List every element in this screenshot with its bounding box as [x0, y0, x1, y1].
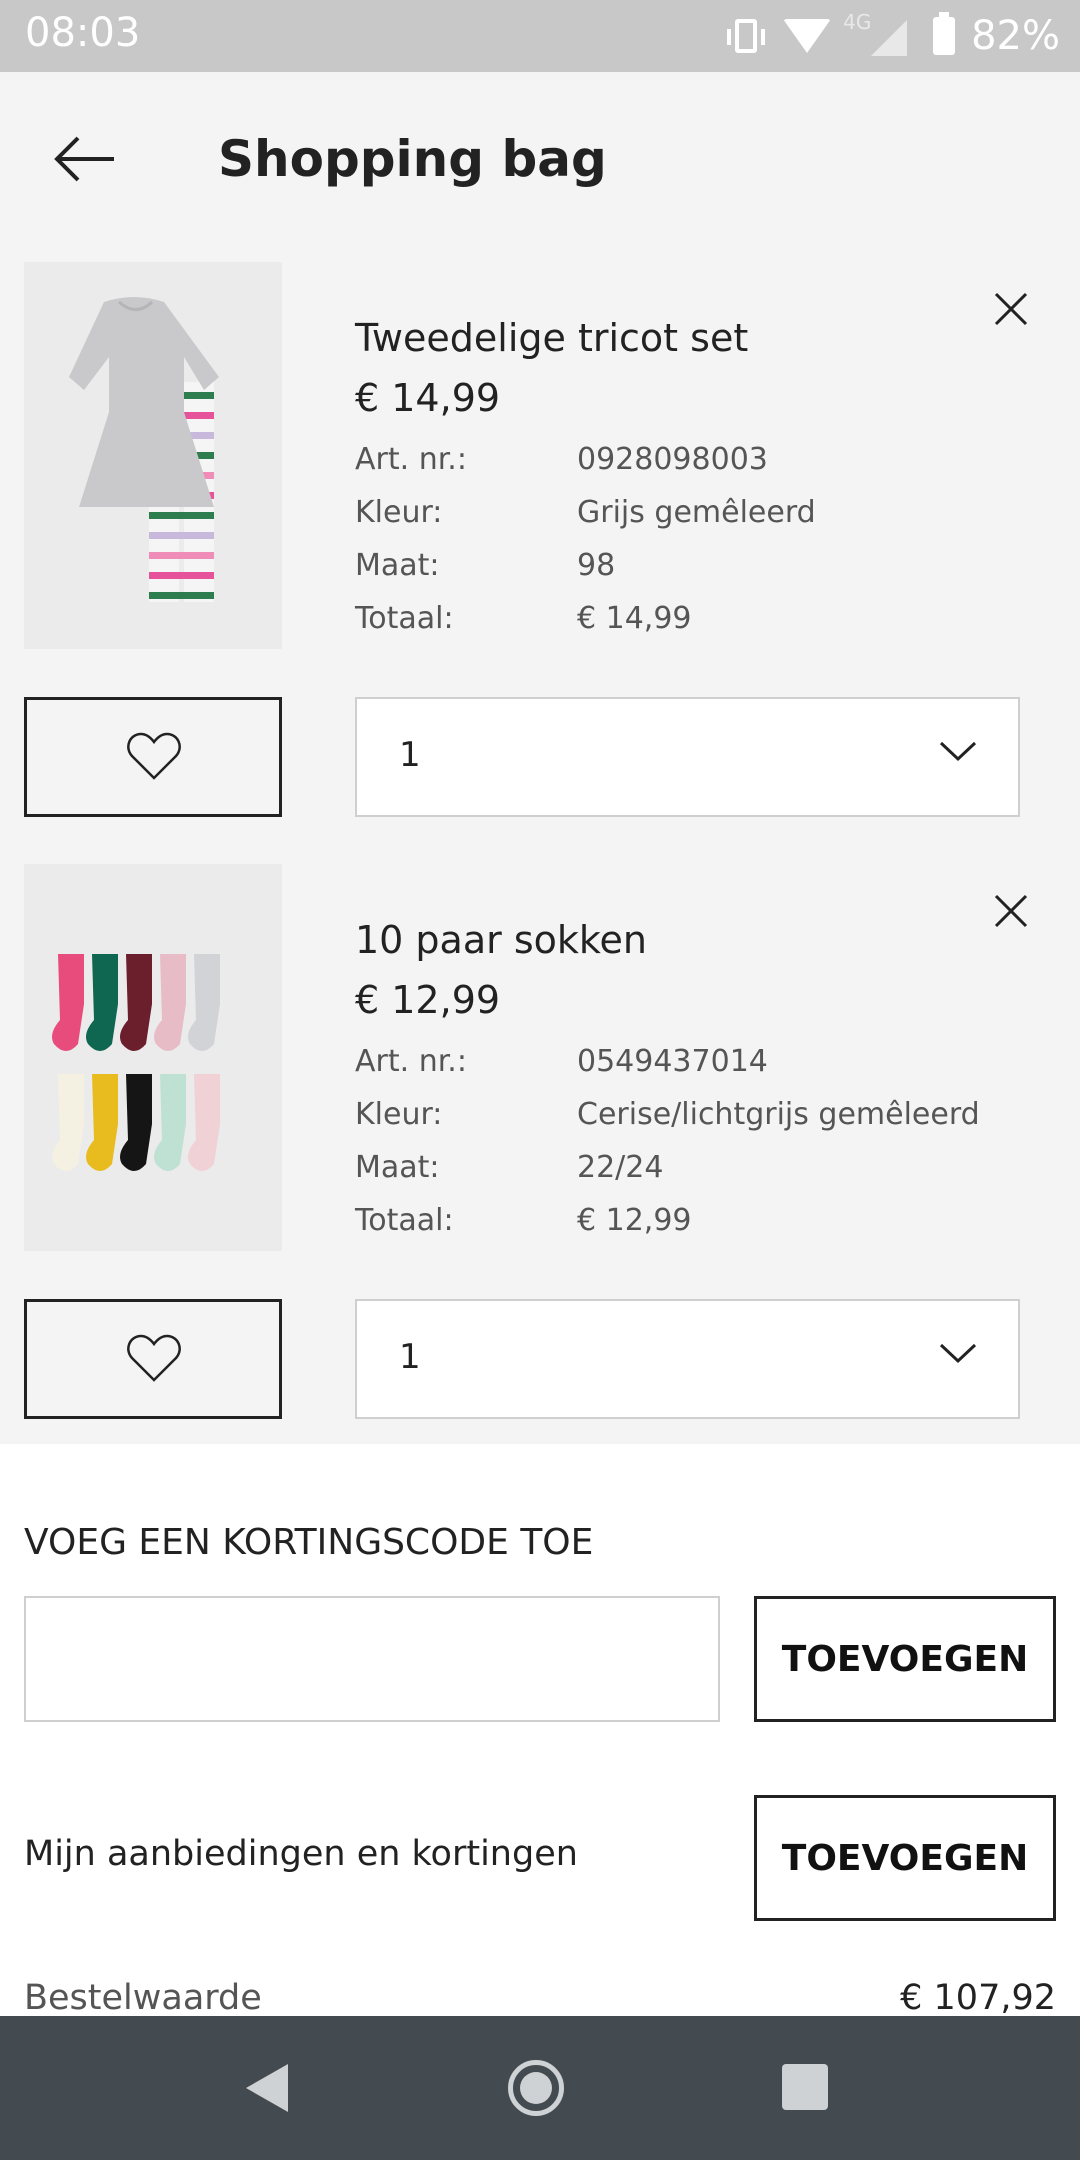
- app-header: Shopping bag: [0, 72, 1080, 244]
- quantity-select[interactable]: 1: [355, 1299, 1020, 1419]
- chevron-down-icon: [939, 1343, 977, 1364]
- chevron-down-icon: [939, 741, 977, 762]
- art-nr-label: Art. nr.:: [355, 442, 467, 477]
- add-offers-button[interactable]: TOEVOEGEN: [754, 1795, 1056, 1921]
- battery-icon: [933, 12, 956, 55]
- remove-item-button[interactable]: [990, 890, 1032, 932]
- totaal-value: € 12,99: [577, 1203, 692, 1238]
- quantity-value: 1: [399, 735, 421, 775]
- quantity-select[interactable]: 1: [355, 697, 1020, 817]
- close-icon: [994, 292, 1028, 326]
- network-type: 4G: [843, 10, 872, 34]
- kleur-label: Kleur:: [355, 495, 443, 530]
- heart-icon: [127, 1334, 181, 1382]
- page-title: Shopping bag: [218, 130, 607, 188]
- product-name[interactable]: 10 paar sokken: [355, 918, 647, 962]
- arrow-left-icon: [54, 136, 114, 182]
- totaal-label: Totaal:: [355, 601, 454, 636]
- offers-label: Mijn aanbiedingen en kortingen: [24, 1834, 578, 1874]
- maat-value: 98: [577, 548, 616, 583]
- maat-label: Maat:: [355, 548, 440, 583]
- maat-value: 22/24: [577, 1150, 664, 1185]
- status-icons: 4G 82%: [727, 10, 1060, 62]
- cell-signal-icon: 4G: [843, 10, 908, 56]
- art-nr-value: 0928098003: [577, 442, 768, 477]
- kleur-value: Grijs gemêleerd: [577, 495, 816, 530]
- kleur-value: Cerise/lichtgrijs gemêleerd: [577, 1097, 980, 1132]
- nav-recents-icon[interactable]: [782, 2064, 828, 2110]
- totaal-label: Totaal:: [355, 1203, 454, 1238]
- heart-icon: [127, 732, 181, 780]
- order-value-label: Bestelwaarde: [24, 1978, 262, 2018]
- discount-section: VOEG EEN KORTINGSCODE TOE TOEVOEGEN Mijn…: [0, 1444, 1080, 2018]
- product-image[interactable]: [24, 864, 282, 1251]
- wifi-icon: [783, 19, 832, 53]
- discount-heading: VOEG EEN KORTINGSCODE TOE: [24, 1522, 594, 1563]
- product-name[interactable]: Tweedelige tricot set: [355, 316, 748, 360]
- nav-home-icon[interactable]: [508, 2060, 564, 2116]
- kleur-label: Kleur:: [355, 1097, 443, 1132]
- bag-item: Tweedelige tricot set € 14,99 Art. nr.: …: [0, 244, 1080, 820]
- status-time: 08:03: [25, 10, 141, 56]
- product-image[interactable]: [24, 262, 282, 649]
- system-nav-bar: [0, 2016, 1080, 2160]
- battery-level: 82%: [971, 13, 1060, 59]
- totaal-value: € 14,99: [577, 601, 692, 636]
- discount-code-input[interactable]: [24, 1596, 720, 1722]
- vibrate-icon: [727, 19, 766, 53]
- status-bar: 08:03 4G 82%: [0, 0, 1080, 72]
- quantity-value: 1: [399, 1337, 421, 1377]
- maat-label: Maat:: [355, 1150, 440, 1185]
- add-discount-button[interactable]: TOEVOEGEN: [754, 1596, 1056, 1722]
- order-value: € 107,92: [900, 1978, 1056, 2018]
- nav-back-icon[interactable]: [246, 2064, 288, 2112]
- favorite-button[interactable]: [24, 697, 282, 817]
- product-price: € 14,99: [355, 376, 501, 420]
- close-icon: [994, 894, 1028, 928]
- art-nr-value: 0549437014: [577, 1044, 768, 1079]
- favorite-button[interactable]: [24, 1299, 282, 1419]
- product-price: € 12,99: [355, 978, 501, 1022]
- art-nr-label: Art. nr.:: [355, 1044, 467, 1079]
- remove-item-button[interactable]: [990, 288, 1032, 330]
- back-button[interactable]: [50, 124, 120, 194]
- bag-item: 10 paar sokken € 12,99 Art. nr.: 0549437…: [0, 846, 1080, 1422]
